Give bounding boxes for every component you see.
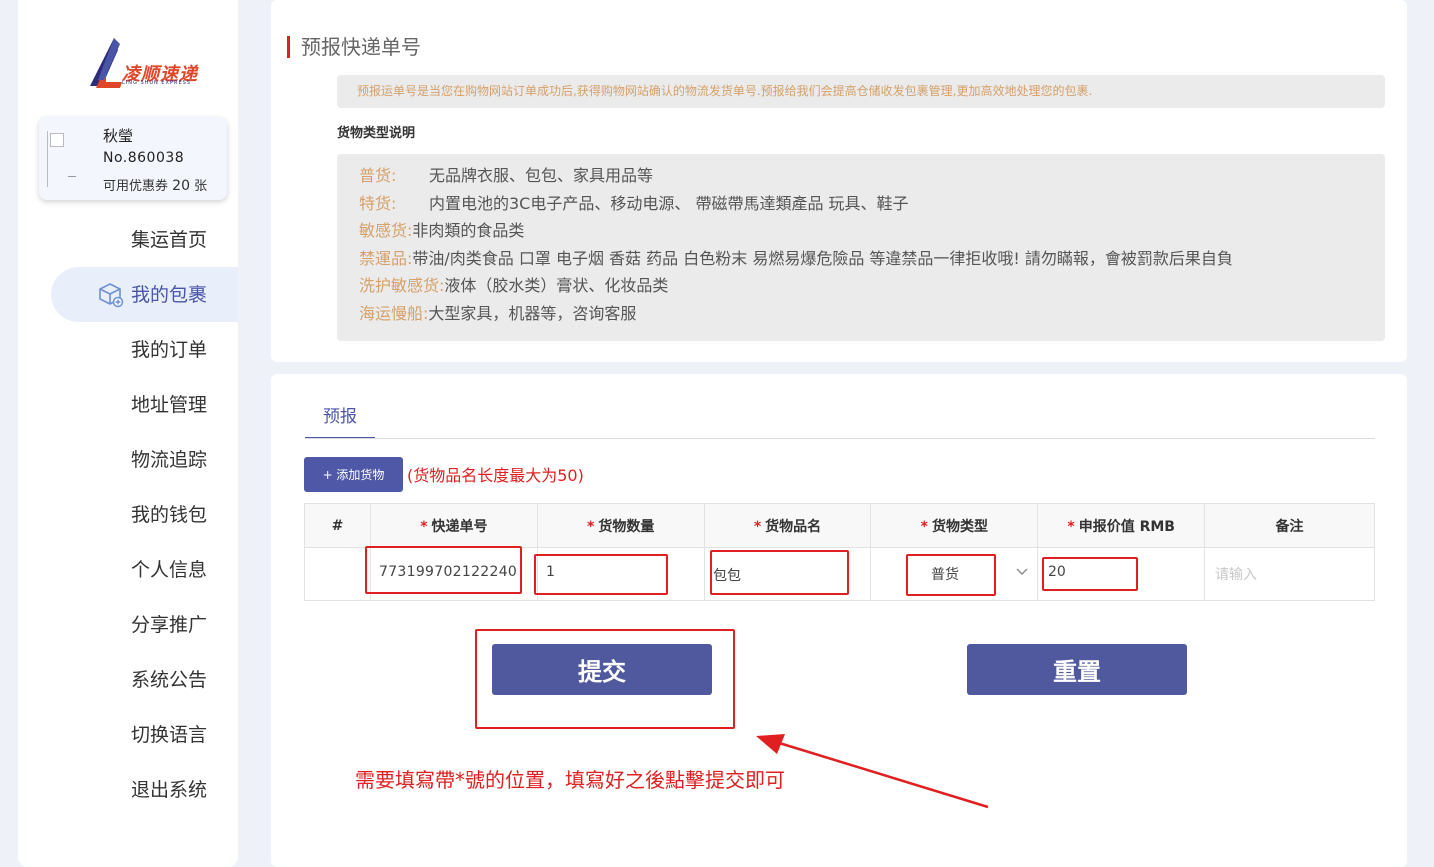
highlight-goods-type [906, 554, 996, 596]
user-number: No.860038 [103, 150, 185, 166]
sidebar-item-label: 分享推广 [131, 614, 208, 636]
column-header-goods-name: * 货物品名 [703, 503, 872, 548]
instruction-note: 需要填寫帶*號的位置，填寫好之後點擊提交即可 [355, 768, 785, 792]
coupon-count: 20 [172, 178, 190, 194]
coupon-prefix: 可用优惠券 [103, 179, 169, 194]
cargo-type-key: 禁運品: [359, 249, 413, 268]
cargo-type-value: 大型家具，机器等，咨询客服 [428, 304, 637, 323]
cargo-type-value: 非肉類的食品类 [412, 221, 525, 240]
highlight-declared-value [1042, 557, 1138, 591]
sidebar-item-logout[interactable]: 退出系统 [18, 762, 238, 817]
cargo-type-row: 特货: 内置电池的3C电子产品、移动电源、 帶磁帶馬達類產品 玩具、鞋子 [359, 190, 909, 214]
cargo-type-key: 洗护敏感货: [359, 276, 445, 295]
sidebar-item-my-packages[interactable]: 我的包裹 [51, 267, 238, 322]
chevron-down-icon[interactable] [1016, 568, 1028, 576]
user-name: 秋瑩 [103, 127, 134, 145]
user-card[interactable]: 秋瑩 No.860038 可用优惠券 20 张 [39, 117, 227, 200]
sidebar-item-label: 我的钱包 [131, 504, 208, 526]
tab-divider [305, 438, 1375, 439]
remark-input[interactable]: 请输入 [1215, 564, 1257, 584]
cargo-type-key: 普货: [359, 166, 397, 185]
sidebar-item-label: 退出系统 [131, 779, 208, 801]
column-header-tracking: * 快递单号 [369, 503, 538, 548]
coupon-info: 可用优惠券 20 张 [103, 175, 207, 194]
sidebar-item-my-orders[interactable]: 我的订单 [18, 322, 238, 377]
sidebar-item-wallet[interactable]: 我的钱包 [18, 487, 238, 542]
highlight-quantity [534, 554, 668, 595]
cargo-type-row: 海运慢船:大型家具，机器等，咨询客服 [359, 300, 636, 324]
table-header-row: # * 快递单号 * 货物数量 * 货物品名 * 货物类型 * 申报价值 RMB 备注 [304, 503, 1375, 548]
brand-logo[interactable]: 凌顺速递 LING SHUN EXPRESS [84, 36, 204, 90]
highlight-tracking [365, 546, 522, 594]
cargo-type-value: 带油/肉类食品 口罩 电子烟 香菇 药品 白色粉末 易燃易爆危險品 等違禁品一律… [412, 249, 1233, 268]
sidebar-item-label: 个人信息 [131, 559, 208, 581]
sidebar-item-label: 地址管理 [131, 394, 208, 416]
sidebar-item-announcements[interactable]: 系统公告 [18, 652, 238, 707]
sidebar-item-profile[interactable]: 个人信息 [18, 542, 238, 597]
sidebar-item-home[interactable]: 集运首页 [18, 212, 238, 267]
brand-subtitle: LING SHUN EXPRESS [122, 80, 191, 86]
avatar [47, 131, 81, 187]
row-index-cell [304, 547, 371, 601]
cargo-type-row: 洗护敏感货:液体（胶水类）膏状、化妆品类 [359, 272, 668, 296]
cargo-type-value: 液体（胶水类）膏状、化妆品类 [444, 276, 669, 295]
package-icon [99, 283, 124, 308]
cargo-type-value: 内置电池的3C电子产品、移动电源、 帶磁帶馬達類產品 玩具、鞋子 [429, 194, 909, 213]
column-header-goods-type: * 货物类型 [870, 503, 1039, 548]
sidebar-item-label: 物流追踪 [131, 449, 208, 471]
cargo-type-title: 货物类型说明 [337, 126, 416, 141]
page-title: 预报快递单号 [287, 36, 421, 58]
goods-name-length-hint: (货物品名长度最大为50) [407, 466, 584, 485]
column-header-quantity: * 货物数量 [536, 503, 705, 548]
add-goods-button[interactable]: + 添加货物 [304, 457, 403, 492]
sidebar-item-address[interactable]: 地址管理 [18, 377, 238, 432]
sidebar-item-tracking[interactable]: 物流追踪 [18, 432, 238, 487]
cargo-type-row: 普货: 无品牌衣服、包包、家具用品等 [359, 162, 653, 186]
sidebar-item-language[interactable]: 切换语言 [18, 707, 238, 762]
column-header-remark: 备注 [1204, 503, 1375, 548]
cargo-type-row: 禁運品:带油/肉类食品 口罩 电子烟 香菇 药品 白色粉末 易燃易爆危險品 等違… [359, 245, 1233, 269]
annotation-arrow-icon [756, 734, 989, 809]
coupon-suffix: 张 [194, 179, 208, 194]
forecast-notice: 预报运单号是当您在购物网站订单成功后,获得购物网站确认的物流发货单号.预报给我们… [337, 75, 1385, 108]
sidebar-item-label: 系统公告 [131, 669, 208, 691]
column-header-declared-value: * 申报价值 RMB [1037, 503, 1206, 548]
reset-button[interactable]: 重置 [967, 644, 1187, 695]
brand-logo-icon [90, 38, 122, 88]
info-panel: 预报快递单号 预报运单号是当您在购物网站订单成功后,获得购物网站确认的物流发货单… [271, 0, 1407, 362]
sidebar-item-label: 集运首页 [131, 229, 208, 251]
sidebar: 凌顺速递 LING SHUN EXPRESS 秋瑩 No.860038 可用优惠… [18, 0, 238, 867]
sidebar-item-label: 切换语言 [131, 724, 208, 746]
tab-forecast[interactable]: 预报 [305, 406, 375, 439]
tab-label: 预报 [323, 407, 357, 427]
sidebar-item-share[interactable]: 分享推广 [18, 597, 238, 652]
cargo-type-list: 普货: 无品牌衣服、包包、家具用品等 特货: 内置电池的3C电子产品、移动电源、 帶… [337, 154, 1385, 341]
cargo-type-value: 无品牌衣服、包包、家具用品等 [429, 166, 654, 185]
highlight-submit [475, 629, 735, 729]
cargo-type-key: 海运慢船: [359, 304, 429, 323]
column-header-index: # [304, 503, 371, 548]
forecast-form-panel: 预报 + 添加货物 (货物品名长度最大为50) # * 快递单号 * 货物数量 * 货… [271, 374, 1407, 867]
sidebar-item-label: 我的包裹 [131, 284, 208, 306]
highlight-goods-name [710, 550, 849, 595]
cargo-type-row: 敏感货:非肉類的食品类 [359, 217, 524, 241]
broken-image-icon [50, 133, 64, 147]
cargo-type-key: 敏感货: [359, 221, 413, 240]
cargo-type-key: 特货: [359, 194, 397, 213]
sidebar-item-label: 我的订单 [131, 339, 208, 361]
